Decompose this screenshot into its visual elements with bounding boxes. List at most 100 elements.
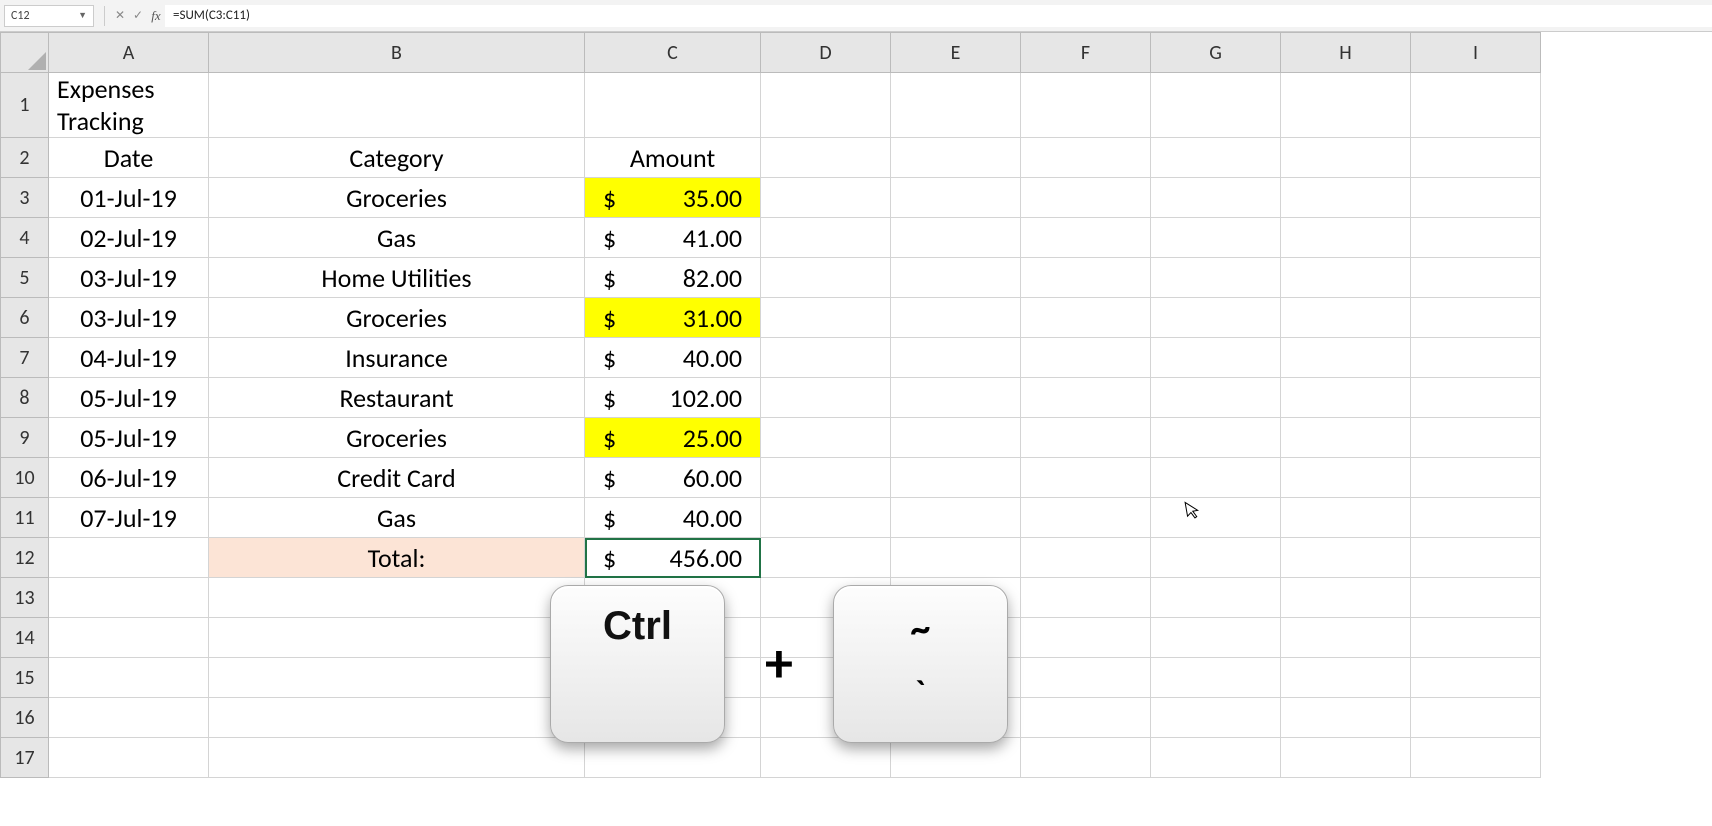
cell[interactable] (1411, 338, 1541, 378)
cell[interactable] (761, 378, 891, 418)
cell[interactable] (891, 138, 1021, 178)
col-header-H[interactable]: H (1281, 33, 1411, 73)
cell[interactable] (761, 218, 891, 258)
cell[interactable] (1281, 658, 1411, 698)
cell[interactable] (761, 338, 891, 378)
cell[interactable] (891, 538, 1021, 578)
cell[interactable] (761, 138, 891, 178)
sheet-title[interactable]: Expenses Tracking (49, 73, 209, 138)
date-cell[interactable]: 05-Jul-19 (49, 378, 209, 418)
cell[interactable] (761, 618, 891, 658)
row-header-12[interactable]: 12 (1, 538, 49, 578)
amount-cell[interactable]: $31.00 (585, 298, 761, 338)
cell[interactable] (1151, 178, 1281, 218)
row-header-5[interactable]: 5 (1, 258, 49, 298)
cell[interactable] (1281, 538, 1411, 578)
cell[interactable] (1151, 618, 1281, 658)
cell[interactable] (49, 618, 209, 658)
cell[interactable] (49, 698, 209, 738)
amount-cell[interactable]: $40.00 (585, 498, 761, 538)
cell[interactable] (1281, 498, 1411, 538)
cell[interactable] (1151, 458, 1281, 498)
cell[interactable] (1151, 73, 1281, 138)
cell[interactable] (1411, 698, 1541, 738)
row-header-8[interactable]: 8 (1, 378, 49, 418)
category-cell[interactable]: Insurance (209, 338, 585, 378)
cell[interactable] (891, 658, 1021, 698)
cell[interactable] (209, 658, 585, 698)
cell[interactable] (1281, 338, 1411, 378)
date-cell[interactable]: 03-Jul-19 (49, 298, 209, 338)
row-header-6[interactable]: 6 (1, 298, 49, 338)
date-cell[interactable]: 04-Jul-19 (49, 338, 209, 378)
cell[interactable] (1021, 258, 1151, 298)
row-header-3[interactable]: 3 (1, 178, 49, 218)
cell[interactable] (761, 258, 891, 298)
category-cell[interactable]: Groceries (209, 418, 585, 458)
cell[interactable] (761, 698, 891, 738)
cell[interactable] (1021, 178, 1151, 218)
col-header-B[interactable]: B (209, 33, 585, 73)
amount-cell[interactable]: $25.00 (585, 418, 761, 458)
cell[interactable] (1151, 218, 1281, 258)
cell[interactable] (585, 698, 761, 738)
formula-input[interactable]: =SUM(C3:C11) (165, 5, 1712, 27)
cell[interactable] (585, 73, 761, 138)
col-header-F[interactable]: F (1021, 33, 1151, 73)
date-cell[interactable]: 06-Jul-19 (49, 458, 209, 498)
amount-cell[interactable]: $102.00 (585, 378, 761, 418)
category-cell[interactable]: Restaurant (209, 378, 585, 418)
cell[interactable] (1151, 738, 1281, 778)
cell[interactable] (1411, 218, 1541, 258)
col-header-C[interactable]: C (585, 33, 761, 73)
col-header-I[interactable]: I (1411, 33, 1541, 73)
header-date[interactable]: Date (49, 138, 209, 178)
cell[interactable] (891, 73, 1021, 138)
cell[interactable] (1281, 578, 1411, 618)
cell[interactable] (1281, 218, 1411, 258)
name-box-dropdown-icon[interactable]: ▼ (78, 10, 87, 21)
cell[interactable] (209, 738, 585, 778)
cell[interactable] (1411, 258, 1541, 298)
cell[interactable] (1281, 458, 1411, 498)
cell[interactable] (891, 218, 1021, 258)
cell[interactable] (1281, 738, 1411, 778)
cell[interactable] (761, 73, 891, 138)
cell[interactable] (891, 578, 1021, 618)
cell[interactable] (585, 578, 761, 618)
cell[interactable] (761, 538, 891, 578)
cell[interactable] (761, 418, 891, 458)
cell[interactable] (1021, 738, 1151, 778)
cell[interactable] (1151, 258, 1281, 298)
date-cell[interactable]: 02-Jul-19 (49, 218, 209, 258)
cell[interactable] (1281, 178, 1411, 218)
row-header-4[interactable]: 4 (1, 218, 49, 258)
amount-cell[interactable]: $60.00 (585, 458, 761, 498)
cell[interactable] (1021, 498, 1151, 538)
total-amount-cell[interactable]: $456.00 (585, 538, 761, 578)
row-header-17[interactable]: 17 (1, 738, 49, 778)
cell[interactable] (891, 698, 1021, 738)
cell[interactable] (49, 658, 209, 698)
cell[interactable] (1151, 298, 1281, 338)
date-cell[interactable]: 01-Jul-19 (49, 178, 209, 218)
cell[interactable] (1021, 338, 1151, 378)
cell[interactable] (1281, 73, 1411, 138)
cell[interactable] (891, 418, 1021, 458)
row-header-7[interactable]: 7 (1, 338, 49, 378)
cell[interactable] (1151, 498, 1281, 538)
cell[interactable] (1021, 418, 1151, 458)
category-cell[interactable]: Groceries (209, 298, 585, 338)
cell[interactable] (1411, 418, 1541, 458)
cell[interactable] (1411, 378, 1541, 418)
cell[interactable] (1151, 698, 1281, 738)
cell[interactable] (1411, 458, 1541, 498)
cell[interactable] (1151, 338, 1281, 378)
cell[interactable] (1411, 298, 1541, 338)
cell[interactable] (209, 618, 585, 658)
total-label-cell[interactable]: Total: (209, 538, 585, 578)
cell[interactable] (891, 338, 1021, 378)
cell[interactable] (1151, 538, 1281, 578)
cell[interactable] (761, 498, 891, 538)
cell[interactable] (1021, 73, 1151, 138)
